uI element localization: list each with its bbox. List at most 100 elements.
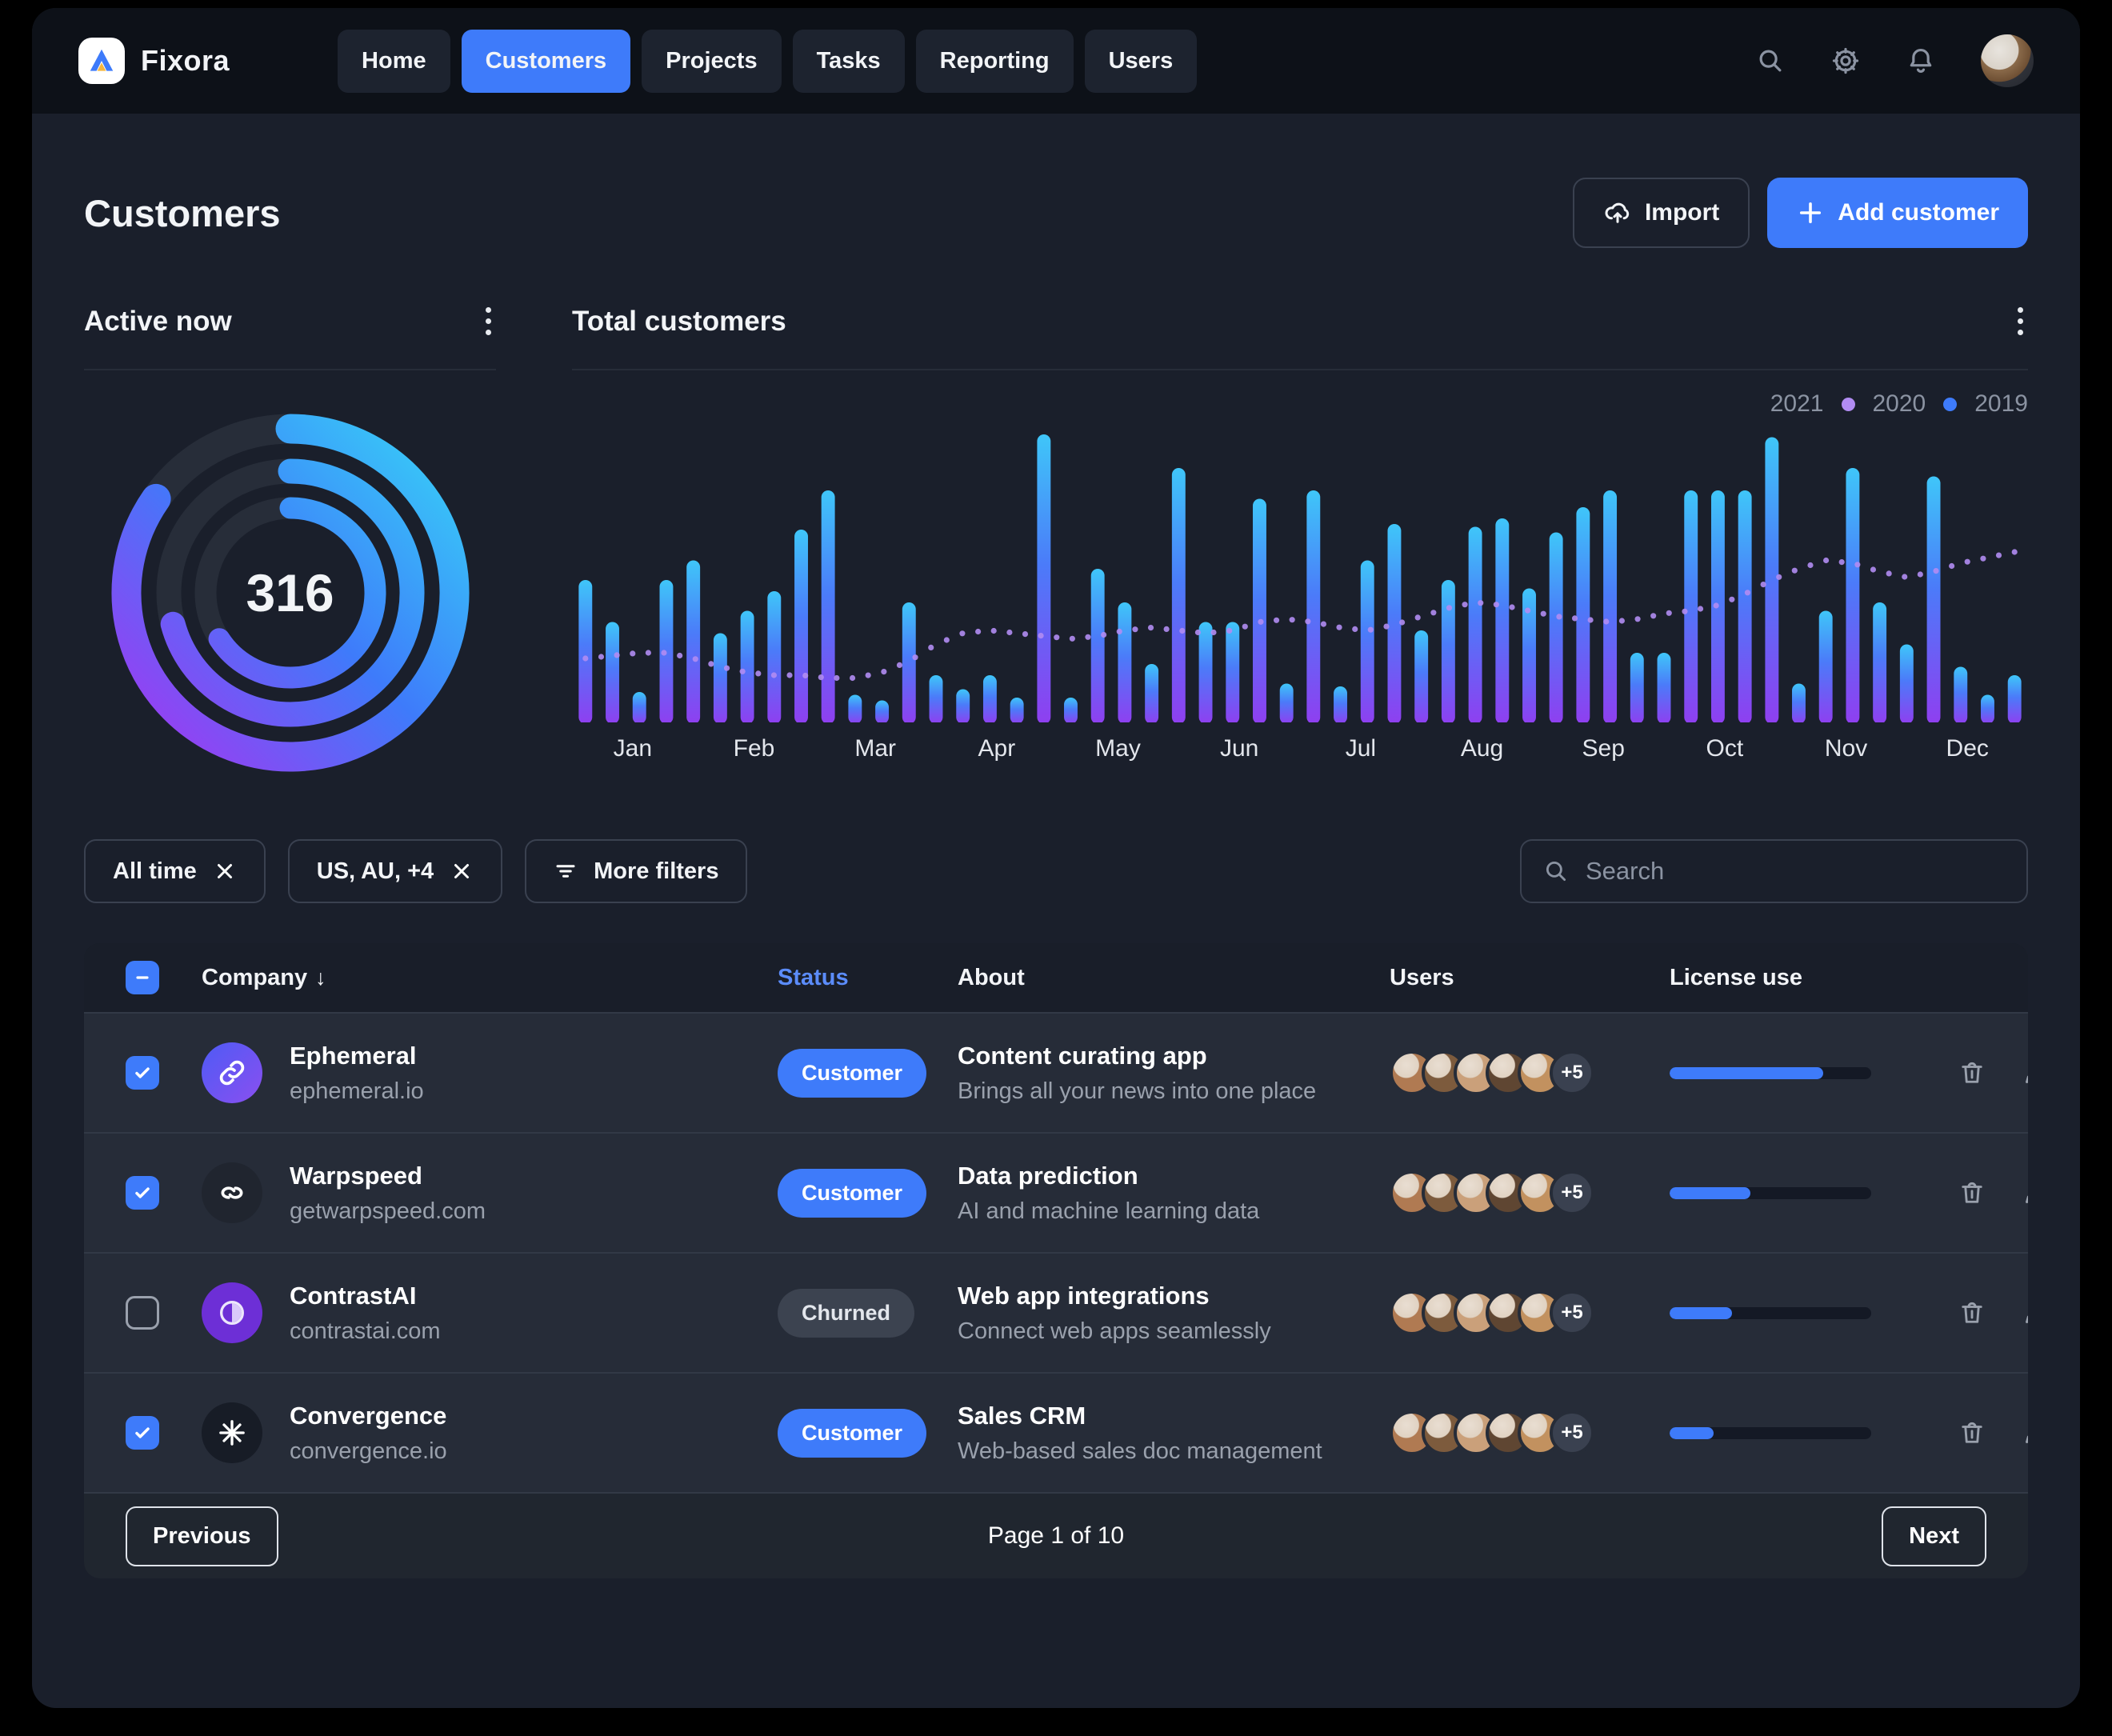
- nav-tab-customers[interactable]: Customers: [462, 30, 631, 93]
- about-title: Content curating app: [958, 1042, 1390, 1070]
- bar: [1954, 667, 1967, 723]
- company-name: Warpspeed: [290, 1162, 486, 1190]
- plus-icon: [1796, 198, 1825, 227]
- row-checkbox[interactable]: [126, 1056, 159, 1090]
- bar: [1172, 468, 1186, 722]
- active-now-menu-icon[interactable]: [481, 302, 496, 340]
- status-badge: Customer: [778, 1409, 926, 1458]
- edit-icon[interactable]: [2022, 1418, 2028, 1447]
- bar: [606, 622, 619, 723]
- company-name: ContrastAI: [290, 1282, 441, 1310]
- table-footer: Previous Page 1 of 10 Next: [84, 1492, 2028, 1578]
- user-avatar[interactable]: [1981, 34, 2034, 87]
- select-all-checkbox[interactable]: [126, 961, 159, 994]
- bar: [1630, 653, 1644, 722]
- bar: [1064, 698, 1078, 722]
- license-use-bar: [1670, 1067, 1871, 1079]
- month-label-jun: Jun: [1178, 735, 1300, 762]
- about-title: Web app integrations: [958, 1282, 1390, 1310]
- edit-icon[interactable]: [2022, 1178, 2028, 1207]
- about-subtitle: Brings all your news into one place: [958, 1078, 1390, 1105]
- delete-icon[interactable]: [1958, 1058, 1986, 1087]
- delete-icon[interactable]: [1958, 1178, 1986, 1207]
- column-header-status[interactable]: Status: [778, 965, 958, 991]
- bell-icon[interactable]: [1906, 46, 1936, 76]
- table-row-ephemeral: Ephemeral ephemeral.io Customer Content …: [84, 1012, 2028, 1132]
- column-header-company[interactable]: Company↓: [202, 965, 778, 991]
- edit-icon[interactable]: [2022, 1058, 2028, 1087]
- bar: [1226, 622, 1239, 723]
- bar: [1091, 569, 1105, 722]
- nav-tab-users[interactable]: Users: [1085, 30, 1198, 93]
- filter-chips: All time US, AU, +4 More filters: [84, 839, 747, 903]
- edit-icon[interactable]: [2022, 1298, 2028, 1327]
- bar: [2008, 675, 2022, 722]
- top-navigation-bar: Fixora HomeCustomersProjectsTasksReporti…: [32, 8, 2080, 114]
- bar: [1603, 490, 1617, 722]
- next-page-button[interactable]: Next: [1882, 1506, 1986, 1566]
- bar: [714, 634, 727, 723]
- gear-icon[interactable]: [1830, 46, 1861, 76]
- nav-tab-tasks[interactable]: Tasks: [793, 30, 905, 93]
- page-title: Customers: [84, 191, 281, 235]
- page-indicator: Page 1 of 10: [988, 1522, 1124, 1550]
- nav-tab-reporting[interactable]: Reporting: [916, 30, 1074, 93]
- nav-tab-home[interactable]: Home: [338, 30, 450, 93]
- filter-chip-more-filters[interactable]: More filters: [525, 839, 747, 903]
- nav-tab-projects[interactable]: Projects: [642, 30, 781, 93]
- search-input[interactable]: [1584, 856, 2006, 886]
- bar: [1927, 477, 1941, 723]
- bar: [983, 675, 997, 722]
- previous-page-button[interactable]: Previous: [126, 1506, 278, 1566]
- legend-label-2020: 2020: [1873, 390, 1926, 418]
- chart-month-labels: JanFebMarAprMayJunJulAugSepOctNovDec: [572, 735, 2028, 762]
- bar: [1414, 630, 1428, 722]
- about-title: Sales CRM: [958, 1402, 1390, 1430]
- total-customers-menu-icon[interactable]: [2013, 302, 2028, 340]
- active-now-title: Active now: [84, 306, 232, 338]
- bar: [1253, 499, 1266, 723]
- bar: [956, 690, 970, 723]
- main-content: Customers Import Add customer Active now: [32, 178, 2080, 1578]
- column-header-users[interactable]: Users: [1390, 965, 1670, 991]
- column-header-about[interactable]: About: [958, 965, 1390, 991]
- bar: [1846, 468, 1859, 722]
- add-customer-button[interactable]: Add customer: [1767, 178, 2028, 248]
- chip-label: More filters: [594, 858, 718, 885]
- month-label-jan: Jan: [572, 735, 694, 762]
- legend-dot: [1943, 398, 1957, 411]
- row-checkbox[interactable]: [126, 1176, 159, 1210]
- active-now-donut-chart: 316: [90, 393, 490, 793]
- about-subtitle: Web-based sales doc management: [958, 1438, 1390, 1465]
- month-label-sep: Sep: [1542, 735, 1664, 762]
- about-title: Data prediction: [958, 1162, 1390, 1190]
- bar: [633, 692, 646, 722]
- search-icon[interactable]: [1755, 46, 1786, 76]
- month-label-mar: Mar: [814, 735, 936, 762]
- table-row-warpspeed: Warpspeed getwarpspeed.com Customer Data…: [84, 1132, 2028, 1252]
- delete-icon[interactable]: [1958, 1418, 1986, 1447]
- users-avatar-group: +5: [1390, 1410, 1670, 1455]
- bar: [1387, 524, 1401, 722]
- filter-chip-all-time[interactable]: All time: [84, 839, 266, 903]
- sort-desc-icon: ↓: [315, 966, 326, 990]
- divider: [84, 369, 496, 370]
- delete-icon[interactable]: [1958, 1298, 1986, 1327]
- row-checkbox[interactable]: [126, 1296, 159, 1330]
- bar: [1361, 561, 1374, 723]
- import-button[interactable]: Import: [1573, 178, 1750, 248]
- bar: [1576, 507, 1590, 722]
- import-label: Import: [1645, 199, 1719, 226]
- customers-table: Company↓ Status About Users License use …: [84, 943, 2028, 1578]
- close-icon: [213, 859, 237, 883]
- filter-chip-us-au-4[interactable]: US, AU, +4: [288, 839, 502, 903]
- column-header-license[interactable]: License use: [1670, 965, 1958, 991]
- topbar-actions: [1755, 34, 2034, 87]
- bar: [1738, 490, 1752, 722]
- row-checkbox[interactable]: [126, 1416, 159, 1450]
- bar: [794, 530, 808, 722]
- upload-cloud-icon: [1603, 198, 1632, 227]
- table-search: [1520, 839, 2028, 903]
- bar: [1145, 664, 1158, 722]
- bar: [1684, 490, 1698, 722]
